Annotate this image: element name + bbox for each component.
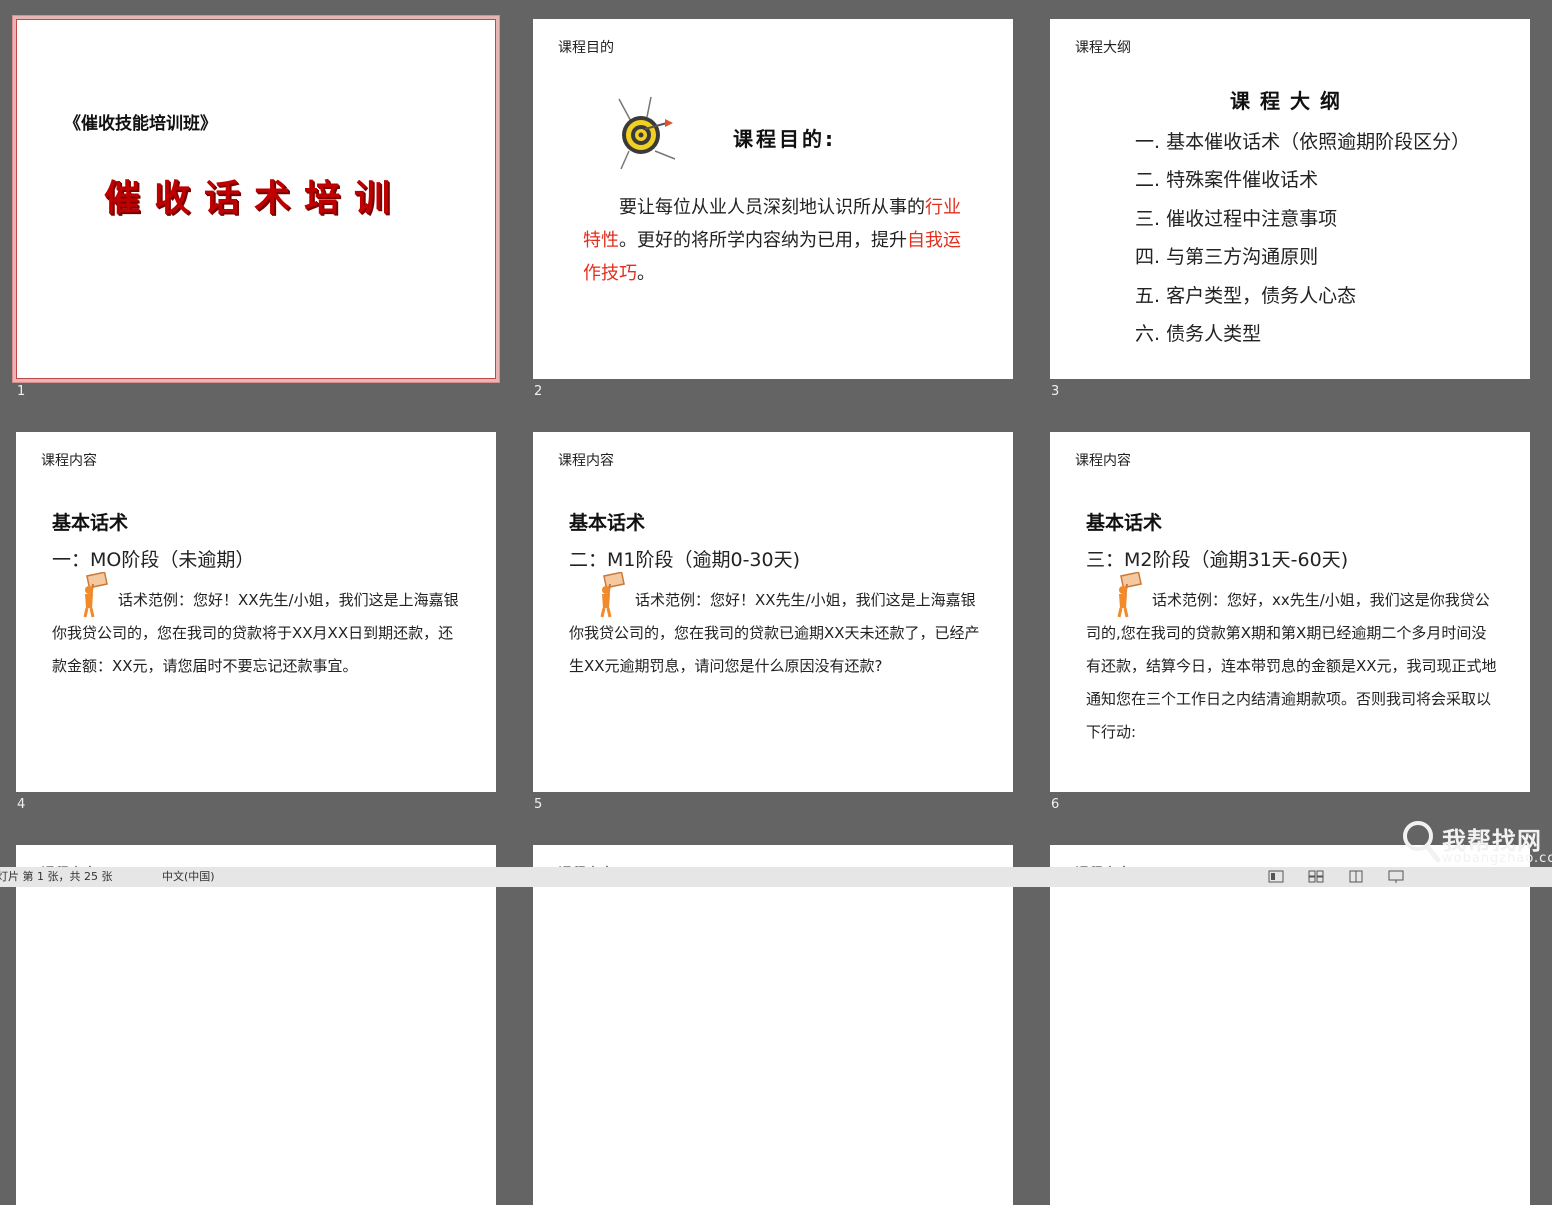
- slide-sorter-view-icon[interactable]: [1308, 870, 1324, 883]
- slide-body: 话术范例：您好！XX先生/小姐，我们这是上海嘉银你我贷公司的，您在我司的贷款将于…: [52, 591, 459, 675]
- status-bar: 幻灯片 第 1 张，共 25 张 中文(中国): [0, 867, 1552, 887]
- slide-thumbnail-3[interactable]: 课程大纲 课程大纲 一. 基本催收话术（依照逾期阶段区分） 二. 特殊案件催收话…: [1050, 19, 1530, 379]
- slide-thumbnail-2[interactable]: 课程目的 课程目的: 要让每位从业人员深刻地认识所从事的行业特性。更好的将所学内…: [533, 19, 1013, 379]
- slide-header: 课程内容: [558, 453, 614, 469]
- phase-title: 三：M2阶段（逾期31天-60天): [1086, 549, 1349, 571]
- normal-view-icon[interactable]: [1268, 870, 1284, 883]
- language-status[interactable]: 中文(中国): [162, 867, 215, 887]
- slide-thumbnail-6[interactable]: 课程内容 基本话术 三：M2阶段（逾期31天-60天) 话术范例：您好，xx先生…: [1050, 432, 1530, 792]
- slide-heading: 课程大纲: [1230, 89, 1350, 113]
- body-text: 。: [637, 263, 655, 284]
- slide-count-status: 幻灯片 第 1 张，共 25 张: [0, 870, 113, 883]
- slide-thumbnail-7[interactable]: 课程内容: [16, 845, 496, 1205]
- slide-title: 催收话术培训: [104, 178, 405, 219]
- slide-number: 2: [534, 384, 543, 399]
- slide-number: 6: [1051, 797, 1060, 812]
- phase-title: 二：M1阶段（逾期0-30天): [569, 549, 801, 571]
- slide-body: 话术范例：您好！XX先生/小姐，我们这是上海嘉银你我贷公司的，您在我司的贷款已逾…: [569, 591, 980, 675]
- slide-heading: 课程目的:: [733, 127, 836, 151]
- reading-view-icon[interactable]: [1348, 870, 1364, 883]
- slide-number: 3: [1051, 384, 1060, 399]
- list-item: 六. 债务人类型: [1135, 322, 1262, 345]
- phase-title: 一：MO阶段（未逾期）: [52, 549, 255, 571]
- slide-header: 课程内容: [1075, 453, 1131, 469]
- slide-body: 话术范例：您好，xx先生/小姐，我们这是你我贷公司的,您在我司的贷款第X期和第X…: [1086, 591, 1497, 741]
- watermark: 我帮找网 wobangzhao.com: [1400, 818, 1552, 870]
- slide-thumbnail-1[interactable]: 《催收技能培训班》 催收话术培训: [13, 16, 499, 382]
- slide-header: 课程内容: [41, 453, 97, 469]
- target-icon: [618, 96, 676, 170]
- list-item: 一. 基本催收话术（依照逾期阶段区分）: [1135, 131, 1471, 153]
- slide-header: 课程目的: [558, 40, 614, 56]
- section-title: 基本话术: [1086, 512, 1163, 534]
- slide-thumbnail-5[interactable]: 课程内容 基本话术 二：M1阶段（逾期0-30天) 话术范例：您好！XX先生/小…: [533, 432, 1013, 792]
- body-text: 。更好的将所学内容纳为已用，提升: [619, 230, 907, 251]
- list-item: 三. 催收过程中注意事项: [1135, 207, 1338, 230]
- slide-number: 4: [17, 797, 26, 812]
- list-item: 二. 特殊案件催收话术: [1135, 169, 1319, 192]
- slide-thumbnail-9[interactable]: 课程内容: [1050, 845, 1530, 1205]
- slide-subtitle: 《催收技能培训班》: [64, 114, 217, 134]
- list-item: 四. 与第三方沟通原则: [1135, 246, 1319, 269]
- slide-body: 要让每位从业人员深刻地认识所从事的行业特性。更好的将所学内容纳为已用，提升自我运…: [583, 191, 965, 290]
- slide-thumbnail-4[interactable]: 课程内容 基本话术 一：MO阶段（未逾期） 话术范例：您好！XX先生/小姐，我们…: [16, 432, 496, 792]
- slide-number: 5: [534, 797, 543, 812]
- section-title: 基本话术: [569, 512, 646, 534]
- slideshow-view-icon[interactable]: [1388, 870, 1404, 883]
- list-item: 五. 客户类型，债务人心态: [1135, 284, 1357, 307]
- magnifier-icon: [1403, 821, 1441, 863]
- body-text: 要让每位从业人员深刻地认识所从事的: [619, 197, 925, 218]
- slide-header: 课程大纲: [1075, 40, 1131, 56]
- outline-list: 一. 基本催收话术（依照逾期阶段区分） 二. 特殊案件催收话术 三. 催收过程中…: [1135, 127, 1470, 357]
- section-title: 基本话术: [52, 512, 129, 534]
- slide-number: 1: [17, 384, 26, 399]
- watermark-url: wobangzhao.com: [1442, 851, 1552, 866]
- slide-thumbnail-8[interactable]: 课程内容: [533, 845, 1013, 1205]
